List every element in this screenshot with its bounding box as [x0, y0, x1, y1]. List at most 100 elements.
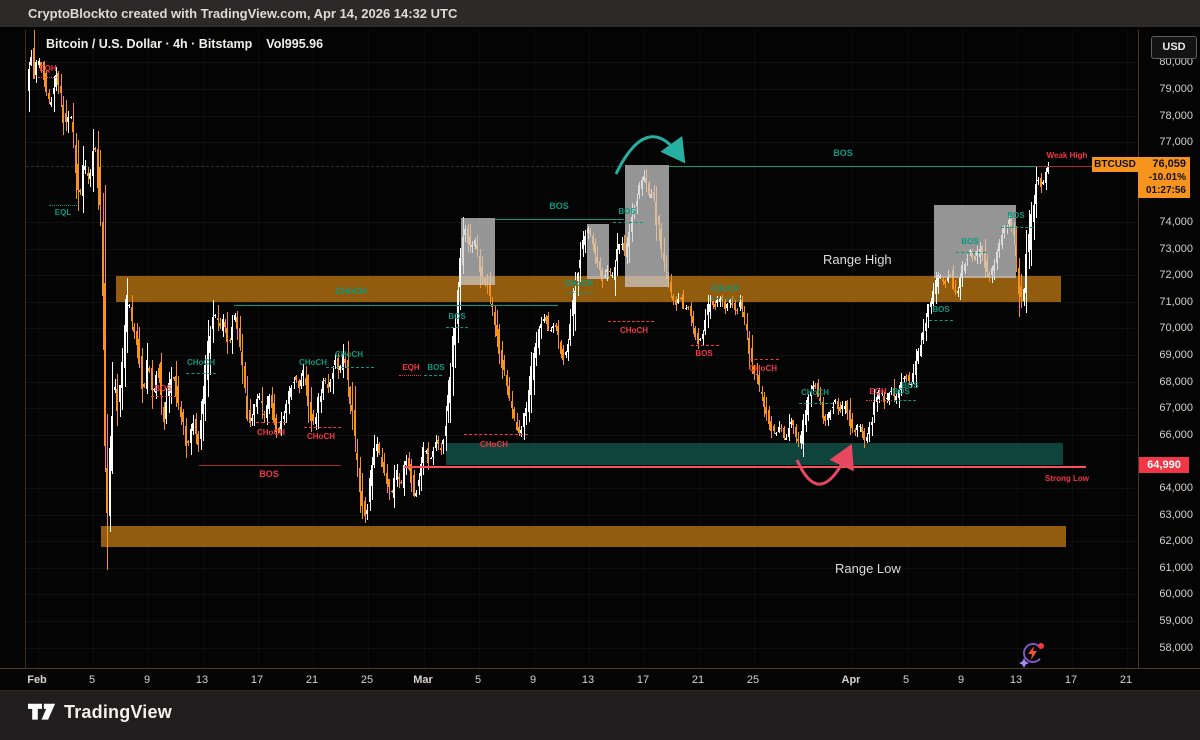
annotation-dash	[304, 427, 341, 428]
price-axis-label: 60,000	[1143, 588, 1193, 600]
candle-body	[126, 295, 128, 332]
annotation-label-eql: EQL	[55, 208, 71, 217]
candle-body	[244, 366, 246, 388]
annotation-label-eqh: EQH	[402, 363, 419, 372]
candle-body	[672, 296, 674, 299]
annotation-dash	[399, 375, 421, 376]
candle-body	[445, 426, 447, 436]
candle-body	[329, 382, 331, 387]
spark-bolt-icon[interactable]	[1018, 638, 1048, 668]
candle-body	[285, 404, 287, 412]
candle-body	[241, 352, 243, 365]
candle-body	[322, 381, 324, 393]
price-axis-label: 67,000	[1143, 402, 1193, 414]
candle-body	[359, 468, 361, 492]
candle-body	[290, 388, 292, 397]
structure-line	[495, 219, 624, 220]
v-gridline	[38, 30, 39, 668]
candle-body	[540, 324, 542, 328]
v-gridline	[258, 30, 259, 668]
time-axis-label: 9	[144, 674, 150, 686]
candle-body	[354, 410, 356, 436]
candle-body	[868, 427, 870, 435]
candle-body	[1035, 184, 1037, 204]
candle-body	[550, 330, 552, 331]
candle-body	[398, 477, 400, 480]
candle-body	[347, 360, 349, 380]
candle-body	[1033, 205, 1035, 222]
v-gridline	[479, 30, 480, 668]
candle-body	[829, 412, 831, 418]
time-axis-label: 17	[637, 674, 649, 686]
candle-body	[743, 312, 745, 317]
candle-body	[920, 345, 922, 355]
candle-body	[567, 344, 569, 352]
tradingview-logo-icon[interactable]	[28, 703, 56, 725]
structure-line	[669, 166, 1037, 167]
time-axis-label: 9	[530, 674, 536, 686]
candle-body	[403, 465, 405, 488]
annotation-label-choch: CHoCH	[749, 364, 777, 373]
v-gridline	[589, 30, 590, 668]
price-axis-label: 66,000	[1143, 429, 1193, 441]
candle-body	[677, 299, 679, 303]
candle-body	[702, 334, 704, 339]
annotation-dash	[613, 222, 643, 223]
candle-body	[773, 426, 775, 430]
time-axis-label: 13	[582, 674, 594, 686]
candle-body	[614, 267, 616, 279]
price-axis[interactable]: 80,00079,00078,00077,00074,00073,00072,0…	[1138, 30, 1200, 668]
candle-body	[925, 323, 927, 331]
currency-toggle-button[interactable]: USD	[1151, 36, 1197, 59]
candle-body	[915, 361, 917, 376]
tradingview-chart-page: CryptoBlockto created with TradingView.c…	[0, 0, 1200, 740]
candle-body	[146, 360, 148, 389]
v-gridline	[1072, 30, 1073, 668]
time-axis-label: 25	[747, 674, 759, 686]
symbol-header[interactable]: Bitcoin / U.S. Dollar · 4h · BitstampVol…	[46, 37, 323, 51]
candle-body	[212, 317, 214, 329]
candle-body	[415, 493, 417, 496]
candle-body	[92, 151, 94, 176]
v-gridline	[148, 30, 149, 668]
annotation-label-choch: CHoCH	[565, 279, 593, 288]
candle-body	[508, 386, 510, 399]
candle-body	[449, 377, 451, 403]
time-axis-label: 21	[692, 674, 704, 686]
time-axis-label: 25	[361, 674, 373, 686]
candle-body	[48, 93, 50, 98]
candle-body	[944, 281, 946, 284]
annotation-label-bos: BOS	[961, 237, 978, 246]
time-axis[interactable]: Feb5913172125Mar5913172125Apr59131721	[0, 668, 1200, 691]
candle-wick	[872, 417, 873, 435]
h-gridline	[26, 142, 1139, 143]
candle-body	[349, 387, 351, 403]
candle-body	[871, 422, 873, 425]
time-axis-label: 9	[958, 674, 964, 686]
last-price-change: -10.01%	[1138, 171, 1186, 184]
candle-body	[209, 336, 211, 353]
structure-line	[1037, 166, 1099, 167]
annotation-dash	[691, 345, 719, 346]
candle-body	[511, 401, 513, 407]
annotation-dash	[186, 373, 216, 374]
candle-body	[494, 312, 496, 325]
annotation-dash	[608, 321, 654, 322]
candle-body	[393, 478, 395, 499]
price-axis-label: 69,000	[1143, 349, 1193, 361]
price-axis-label: 63,000	[1143, 509, 1193, 521]
v-gridline	[754, 30, 755, 668]
chart-pane[interactable]: EQHEQLBOSCHoCHBOSCHoCHCHoCHCHoCHCHoCHCHo…	[25, 30, 1139, 668]
candle-body	[957, 291, 959, 293]
volume-readout: Vol995.96	[266, 37, 323, 51]
candle-body	[506, 375, 508, 386]
annotation-label-choch: CHoCH	[711, 284, 739, 293]
price-axis-label: 72,000	[1143, 269, 1193, 281]
price-axis-label: 59,000	[1143, 615, 1193, 627]
candle-body	[442, 440, 444, 444]
footer-brand-name[interactable]: TradingView	[64, 702, 172, 723]
time-axis-label: 5	[475, 674, 481, 686]
h-gridline	[26, 568, 1139, 569]
annotation-label-bos: BOS	[833, 148, 853, 158]
time-axis-label: Mar	[413, 674, 433, 686]
